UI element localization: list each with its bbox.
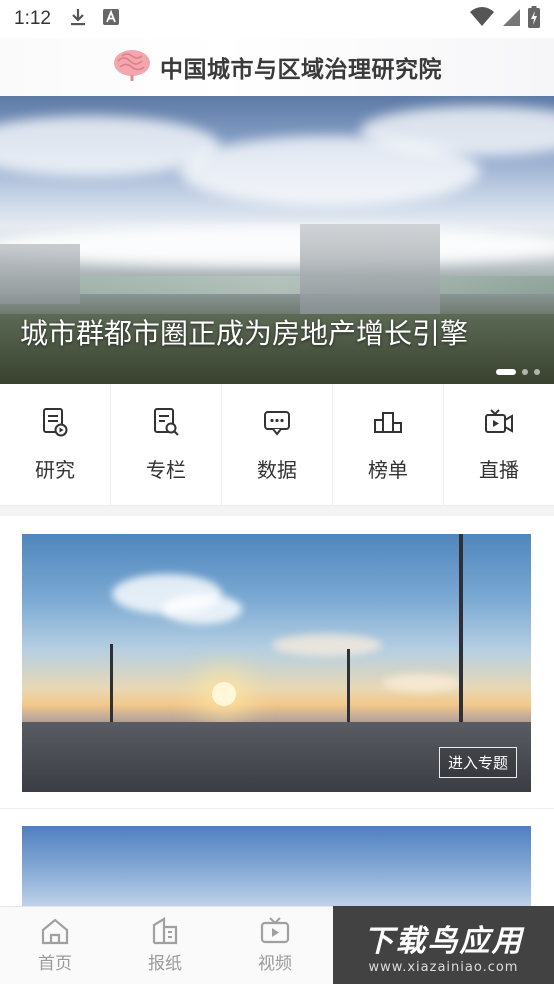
watermark-url: www.xiazainiao.com: [368, 959, 519, 975]
video-camera-icon: [485, 409, 513, 433]
carousel-dot: [534, 369, 540, 375]
nav-item-label: 数据: [257, 458, 297, 482]
nav-item-data[interactable]: 数据: [222, 384, 333, 505]
status-time: 1:12: [14, 8, 51, 29]
document-play-icon: [43, 408, 68, 437]
a-notification-icon: [102, 9, 119, 29]
quick-nav: 研究 专栏 数据 榜单 直播: [0, 384, 554, 506]
nav-item-label: 榜单: [368, 458, 408, 482]
nav-item-column[interactable]: 专栏: [111, 384, 222, 505]
banner-caption[interactable]: 城市群都市圈正成为房地产增长引擎: [20, 312, 468, 352]
app-header: 中国城市与区域治理研究院: [0, 38, 554, 96]
nav-item-rankings[interactable]: 榜单: [333, 384, 444, 505]
tab-label: 报纸: [148, 954, 182, 974]
tab-label: 视频: [258, 954, 292, 974]
nav-item-label: 直播: [479, 458, 519, 482]
chat-data-icon: [264, 411, 290, 436]
nav-item-label: 专栏: [146, 458, 186, 482]
tv-play-icon: [260, 917, 290, 944]
document-search-icon: [154, 408, 179, 436]
nav-item-live[interactable]: 直播: [444, 384, 554, 505]
tab-newspaper[interactable]: 报纸: [110, 907, 220, 984]
section-divider: [0, 808, 554, 809]
tab-label: 首页: [38, 954, 72, 974]
tab-video[interactable]: 视频: [220, 907, 330, 984]
nav-item-label: 研究: [35, 458, 75, 482]
section-divider: [0, 506, 554, 516]
brain-logo-icon: [112, 47, 154, 87]
app-title: 中国城市与区域治理研究院: [160, 56, 442, 83]
tab-home[interactable]: 首页: [0, 907, 110, 984]
enter-topic-button[interactable]: 进入专题: [438, 747, 517, 778]
newspaper-icon: [152, 917, 178, 945]
wifi-icon: [470, 7, 494, 31]
banner-carousel[interactable]: 城市群都市圈正成为房地产增长引擎: [0, 96, 554, 384]
feature-topic-card[interactable]: 进入专题: [22, 534, 531, 792]
download-icon: [69, 7, 87, 31]
status-bar: 1:12: [0, 0, 554, 38]
watermark-logo: 下载鸟应用 www.xiazainiao.com: [333, 906, 554, 984]
home-icon: [41, 918, 69, 945]
battery-charging-icon: [528, 6, 540, 32]
carousel-dot: [496, 369, 516, 375]
nav-item-research[interactable]: 研究: [0, 384, 111, 505]
podium-icon: [374, 412, 402, 433]
watermark-title: 下载鸟应用: [363, 923, 524, 959]
signal-icon: [502, 7, 520, 31]
carousel-indicator: [496, 369, 540, 375]
carousel-dot: [522, 369, 528, 375]
